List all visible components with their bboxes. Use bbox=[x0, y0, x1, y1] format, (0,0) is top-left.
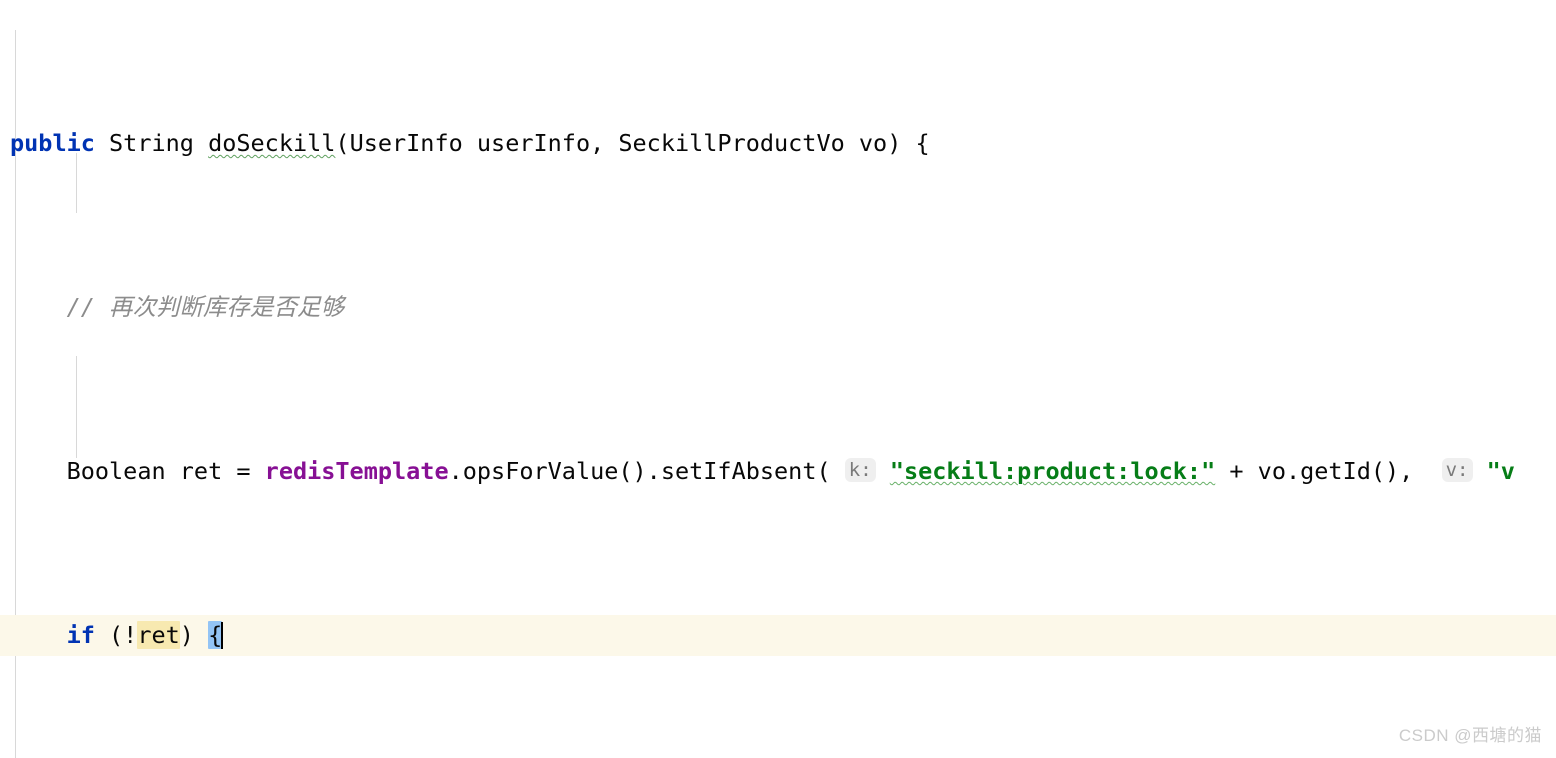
token-identifier-ret-highlighted: ret bbox=[137, 621, 180, 649]
comment-recheck-stock: // 再次判断库存是否足够 bbox=[66, 293, 345, 321]
code-line-3[interactable]: Boolean ret = redisTemplate.opsForValue(… bbox=[0, 451, 1556, 492]
code-line-1[interactable]: public String doSeckill(UserInfo userInf… bbox=[0, 123, 1556, 164]
text-caret bbox=[221, 622, 224, 649]
token-type-string: String bbox=[94, 129, 209, 157]
token-string-lock-key: "seckill:product:lock:" bbox=[889, 457, 1216, 485]
token-brace-open-matched: { bbox=[208, 621, 223, 649]
token-method-params: (UserInfo userInfo, SeckillProductVo vo)… bbox=[335, 129, 930, 157]
code-line-4[interactable]: if (!ret) { bbox=[0, 615, 1556, 656]
token-setifabsent-call: .opsForValue().setIfAbsent( bbox=[448, 457, 845, 485]
token-keyword-if: if bbox=[66, 621, 95, 649]
inlay-hint-k[interactable]: k: bbox=[844, 458, 876, 482]
token-space-after-hint-k bbox=[876, 457, 890, 485]
token-concat-getid: + vo.getId(), bbox=[1215, 457, 1442, 485]
token-close-paren: ) bbox=[179, 621, 209, 649]
token-method-name-doseckill: doSeckill bbox=[208, 129, 336, 157]
token-keyword-public: public bbox=[10, 129, 95, 157]
token-space-after-hint-v bbox=[1473, 457, 1487, 485]
token-string-value-truncated: "v bbox=[1486, 457, 1515, 485]
inlay-hint-v[interactable]: v: bbox=[1441, 458, 1473, 482]
code-editor-viewport[interactable]: public String doSeckill(UserInfo userInf… bbox=[0, 0, 1556, 758]
token-field-redistemplate: redisTemplate bbox=[264, 457, 449, 485]
code-line-2[interactable]: // 再次判断库存是否足够 bbox=[0, 287, 1556, 328]
token-boolean-ret-decl: Boolean ret = bbox=[66, 457, 265, 485]
csdn-watermark: CSDN @西塘的猫 bbox=[1398, 726, 1542, 745]
code-content[interactable]: public String doSeckill(UserInfo userInf… bbox=[0, 0, 1556, 758]
token-open-paren-negate: (! bbox=[94, 621, 138, 649]
